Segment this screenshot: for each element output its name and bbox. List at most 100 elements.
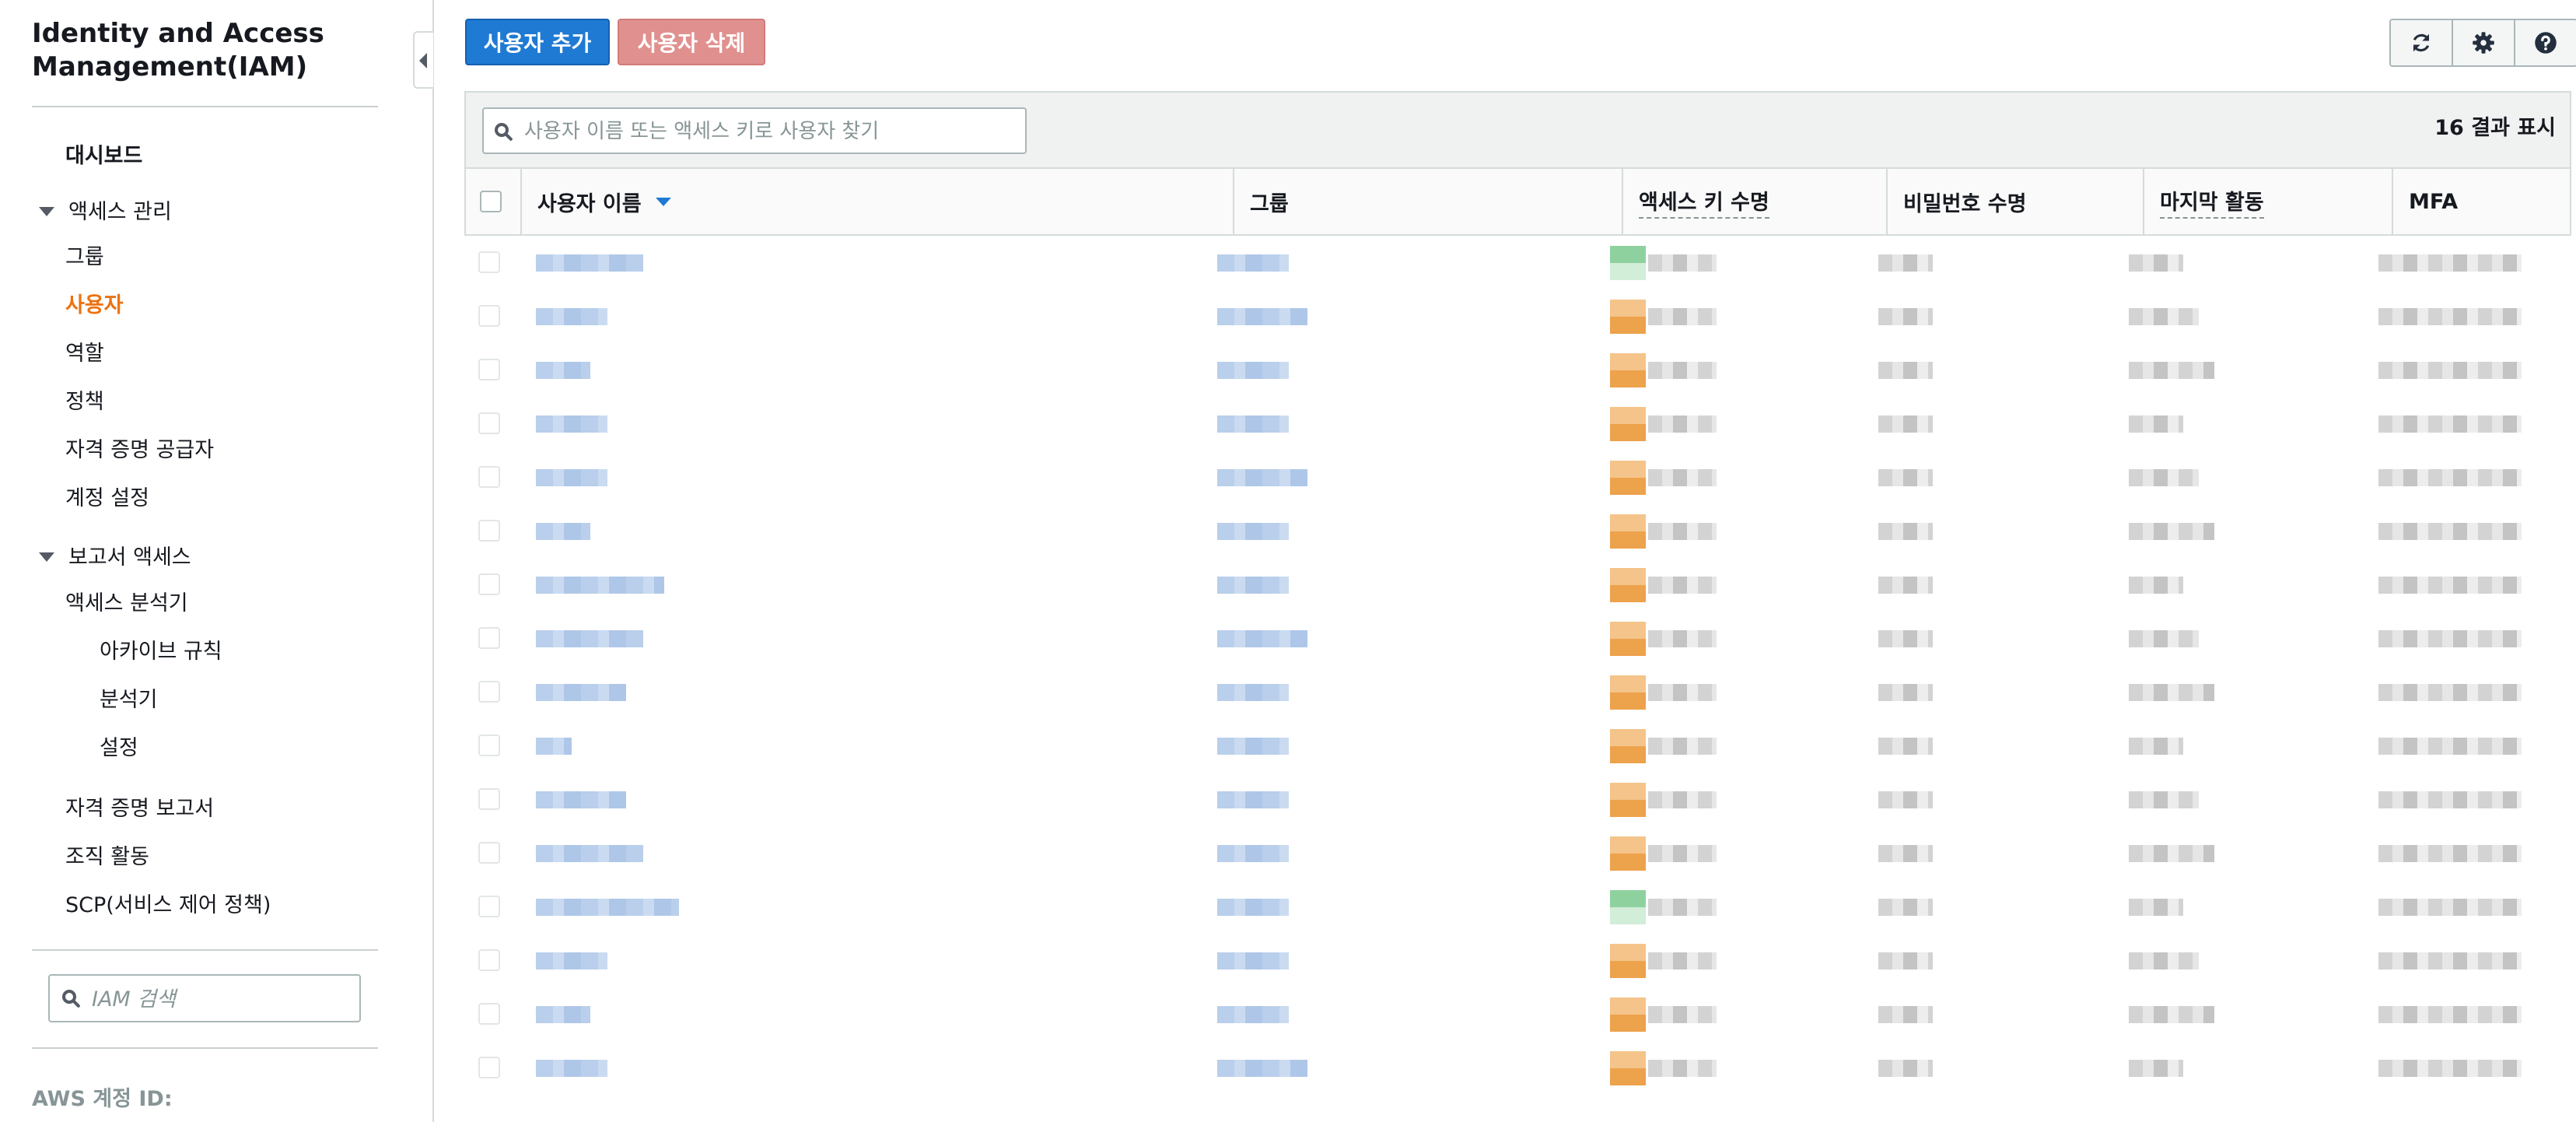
table-row[interactable] [464, 773, 2571, 826]
row-checkbox[interactable] [478, 949, 500, 971]
table-row[interactable] [464, 397, 2571, 451]
username-link-redacted[interactable] [536, 1006, 590, 1023]
username-link-redacted[interactable] [536, 523, 590, 540]
table-row[interactable] [464, 719, 2571, 773]
sidebar-item-identity-providers[interactable]: 자격 증명 공급자 [65, 437, 214, 464]
mfa-redacted [2378, 1060, 2522, 1077]
sidebar-item-access-analyzer[interactable]: 액세스 분석기 [65, 591, 188, 617]
sidebar-item-groups[interactable]: 그룹 [65, 244, 104, 271]
table-row[interactable] [464, 612, 2571, 665]
user-search-box[interactable] [482, 107, 1027, 154]
sidebar-item-account-settings[interactable]: 계정 설정 [65, 486, 149, 512]
row-checkbox[interactable] [478, 305, 500, 327]
table-row[interactable] [464, 289, 2571, 343]
add-user-button[interactable]: 사용자 추가 [465, 19, 610, 65]
select-all-checkbox[interactable] [480, 191, 502, 212]
sidebar-item-users[interactable]: 사용자 [65, 293, 124, 319]
username-link-redacted[interactable] [536, 791, 626, 808]
table-row[interactable] [464, 665, 2571, 719]
refresh-button[interactable] [2391, 20, 2453, 65]
column-header-groups[interactable]: 그룹 [1233, 169, 1622, 234]
row-checkbox[interactable] [478, 735, 500, 756]
table-row[interactable] [464, 236, 2571, 289]
group-link-redacted[interactable] [1217, 523, 1289, 540]
group-link-redacted[interactable] [1217, 1006, 1289, 1023]
table-row[interactable] [464, 558, 2571, 612]
username-link-redacted[interactable] [536, 630, 643, 647]
sidebar-item-analyzer-settings[interactable]: 설정 [100, 735, 138, 762]
sidebar-item-policies[interactable]: 정책 [65, 389, 104, 415]
row-checkbox[interactable] [478, 842, 500, 864]
username-link-redacted[interactable] [536, 254, 643, 272]
group-link-redacted[interactable] [1217, 630, 1307, 647]
table-row[interactable] [464, 880, 2571, 934]
username-link-redacted[interactable] [536, 308, 607, 325]
help-button[interactable] [2515, 20, 2576, 65]
username-link-redacted[interactable] [536, 845, 643, 862]
group-link-redacted[interactable] [1217, 952, 1289, 969]
group-link-redacted[interactable] [1217, 254, 1289, 272]
group-link-redacted[interactable] [1217, 899, 1289, 916]
collapse-sidebar-button[interactable] [413, 31, 433, 89]
table-row[interactable] [464, 1041, 2571, 1095]
row-checkbox[interactable] [478, 466, 500, 488]
password-age-redacted [1878, 845, 1933, 862]
sidebar-item-scp[interactable]: SCP(서비스 제어 정책) [65, 892, 271, 919]
username-link-redacted[interactable] [536, 469, 607, 486]
row-checkbox[interactable] [478, 359, 500, 380]
sidebar-section-reports[interactable]: 보고서 액세스 [39, 545, 191, 571]
group-link-redacted[interactable] [1217, 362, 1289, 379]
table-row[interactable] [464, 826, 2571, 880]
username-link-redacted[interactable] [536, 952, 607, 969]
username-link-redacted[interactable] [536, 362, 590, 379]
table-row[interactable] [464, 934, 2571, 987]
row-checkbox[interactable] [478, 896, 500, 917]
sidebar-item-roles[interactable]: 역할 [65, 341, 104, 367]
username-link-redacted[interactable] [536, 738, 572, 755]
iam-search-box[interactable] [48, 974, 361, 1022]
group-link-redacted[interactable] [1217, 684, 1289, 701]
column-header-access-key-age[interactable]: 액세스 키 수명 [1622, 169, 1886, 234]
username-link-redacted[interactable] [536, 415, 607, 433]
username-link-redacted[interactable] [536, 577, 664, 594]
column-header-password-age[interactable]: 비밀번호 수명 [1886, 169, 2143, 234]
sidebar-item-analyzers[interactable]: 분석기 [100, 687, 158, 714]
username-link-redacted[interactable] [536, 684, 626, 701]
group-link-redacted[interactable] [1217, 469, 1307, 486]
group-link-redacted[interactable] [1217, 415, 1289, 433]
group-link-redacted[interactable] [1217, 308, 1307, 325]
group-link-redacted[interactable] [1217, 791, 1289, 808]
sidebar-item-organization-activity[interactable]: 조직 활동 [65, 844, 149, 871]
sidebar-item-credential-report[interactable]: 자격 증명 보고서 [65, 796, 214, 822]
row-checkbox[interactable] [478, 788, 500, 810]
table-row[interactable] [464, 343, 2571, 397]
group-link-redacted[interactable] [1217, 1060, 1307, 1077]
column-header-last-activity[interactable]: 마지막 활동 [2143, 169, 2392, 234]
row-checkbox[interactable] [478, 627, 500, 649]
username-link-redacted[interactable] [536, 899, 679, 916]
table-row[interactable] [464, 987, 2571, 1041]
row-checkbox[interactable] [478, 1057, 500, 1078]
username-link-redacted[interactable] [536, 1060, 607, 1077]
column-header-username[interactable]: 사용자 이름 [520, 169, 1287, 234]
search-icon [62, 990, 76, 1004]
row-checkbox[interactable] [478, 1003, 500, 1025]
row-checkbox[interactable] [478, 412, 500, 434]
column-header-mfa[interactable]: MFA [2392, 169, 2571, 234]
sidebar-item-dashboard[interactable]: 대시보드 [65, 143, 142, 170]
delete-user-button[interactable]: 사용자 삭제 [618, 19, 765, 65]
row-checkbox[interactable] [478, 520, 500, 542]
user-search-input[interactable] [523, 115, 1016, 148]
group-link-redacted[interactable] [1217, 845, 1289, 862]
group-link-redacted[interactable] [1217, 577, 1289, 594]
iam-search-input[interactable] [90, 982, 350, 1016]
sidebar-section-access-management[interactable]: 액세스 관리 [39, 199, 172, 226]
row-checkbox[interactable] [478, 681, 500, 703]
sidebar-item-archive-rules[interactable]: 아카이브 규칙 [100, 639, 222, 665]
row-checkbox[interactable] [478, 251, 500, 273]
group-link-redacted[interactable] [1217, 738, 1289, 755]
table-row[interactable] [464, 504, 2571, 558]
settings-button[interactable] [2453, 20, 2515, 65]
row-checkbox[interactable] [478, 573, 500, 595]
table-row[interactable] [464, 451, 2571, 504]
